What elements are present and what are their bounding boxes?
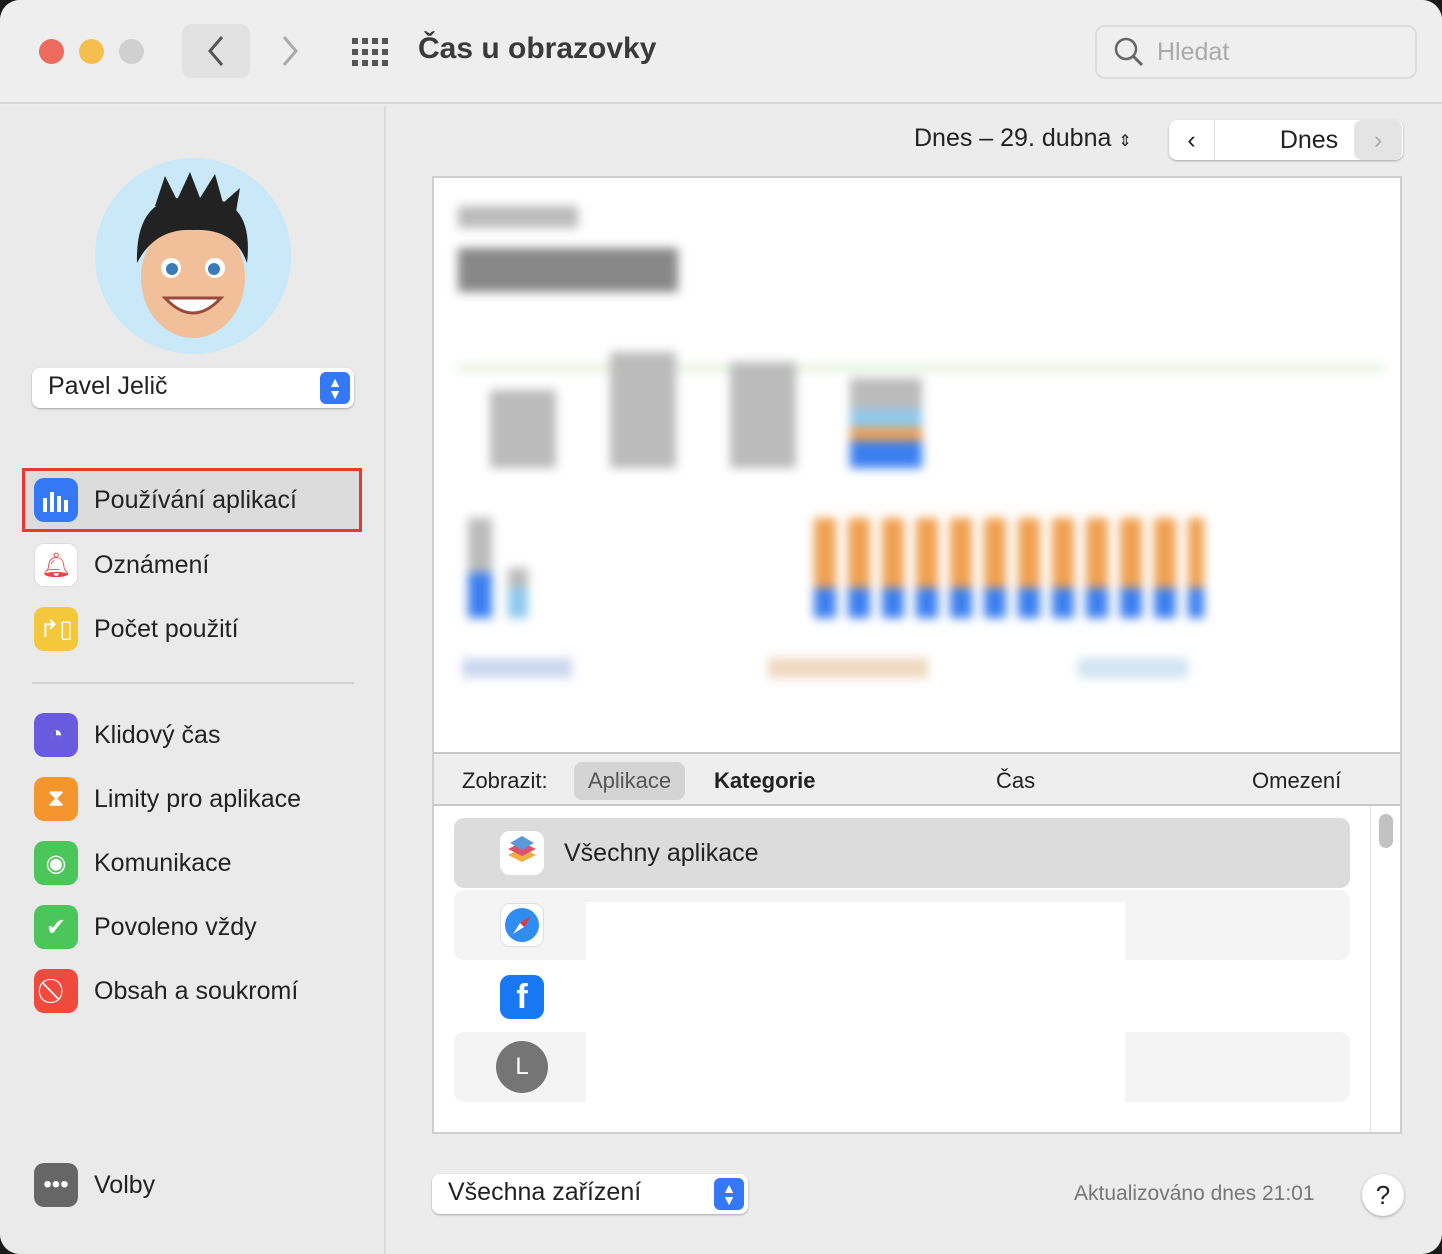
scrollbar[interactable]: [1370, 806, 1400, 1132]
sidebar-item-always-allowed[interactable]: ✔ Povoleno vždy: [22, 895, 362, 959]
sidebar-item-label: Obsah a soukromí: [94, 976, 299, 1005]
search-input[interactable]: Hledat: [1095, 25, 1417, 79]
grid-icon[interactable]: [352, 38, 390, 66]
usage-panel: Zobrazit: Aplikace Kategorie Čas Omezení…: [432, 176, 1402, 1134]
bell-icon: 🔔︎: [34, 543, 78, 587]
show-label: Zobrazit:: [462, 768, 548, 793]
sidebar-item-communication[interactable]: ◉ Komunikace: [22, 831, 362, 895]
redacted-area: [586, 902, 1125, 960]
chart-bar: [850, 378, 922, 468]
usage-chart-blurred: [434, 178, 1400, 752]
contact-icon: ◉: [34, 841, 78, 885]
all-apps-icon: [500, 831, 544, 875]
tab-apps[interactable]: Aplikace: [574, 762, 686, 800]
tab-categories[interactable]: Kategorie: [714, 768, 815, 794]
sidebar-item-app-usage[interactable]: Používání aplikací: [22, 468, 362, 532]
sidebar-item-label: Komunikace: [94, 848, 232, 877]
search-icon: [1114, 37, 1144, 67]
list-item[interactable]: f: [454, 962, 1350, 1032]
sidebar-item-label: Volby: [94, 1170, 156, 1199]
downtime-icon: ◔: [34, 713, 78, 757]
forward-button[interactable]: [256, 24, 324, 78]
redacted-area: [586, 1032, 1125, 1102]
date-popup[interactable]: Dnes – 29. dubna ⇕: [914, 124, 1132, 153]
chart-bar: [730, 362, 796, 468]
chart-bar: [610, 352, 676, 468]
safari-icon: [500, 903, 544, 947]
date-label: Dnes – 29. dubna: [914, 124, 1112, 152]
checkmark-badge-icon: ✔: [34, 905, 78, 949]
updown-chevron-icon: ▲ ▼: [320, 372, 350, 404]
sidebar-item-content-privacy[interactable]: ⃠ Obsah a soukromí: [22, 959, 362, 1023]
column-time[interactable]: Čas: [996, 768, 1035, 794]
chevron-right-icon: [282, 36, 298, 66]
sidebar-item-label: Počet použití: [94, 614, 239, 643]
bar-chart-icon: [34, 478, 78, 522]
avatar: [95, 158, 291, 354]
updown-chevron-icon: ▲ ▼: [714, 1178, 744, 1210]
prohibited-icon: ⃠: [34, 969, 78, 1013]
app-name: Všechny aplikace: [564, 838, 759, 867]
sidebar-item-label: Povoleno vždy: [94, 912, 257, 941]
list-item[interactable]: [454, 890, 1350, 960]
sidebar-item-pickups[interactable]: ↱▯ Počet použití: [22, 597, 362, 661]
close-button[interactable]: [39, 39, 64, 64]
sidebar-item-label: Klidový čas: [94, 720, 221, 749]
minimize-button[interactable]: [79, 39, 104, 64]
devices-label: Všechna zařízení: [448, 1178, 642, 1206]
hourglass-icon: ⧗: [34, 777, 78, 821]
sidebar-item-options[interactable]: ••• Volby: [22, 1153, 362, 1217]
view-toolbar: Zobrazit: Aplikace Kategorie Čas Omezení: [434, 752, 1400, 806]
titlebar: Čas u obrazovky Hledat: [0, 0, 1442, 104]
user-name: Pavel Jelič: [48, 372, 168, 400]
next-day-button[interactable]: ›: [1354, 120, 1402, 160]
devices-popup[interactable]: Všechna zařízení ▲ ▼: [432, 1174, 748, 1214]
user-popup[interactable]: Pavel Jelič ▲ ▼: [32, 368, 354, 408]
sidebar-item-app-limits[interactable]: ⧗ Limity pro aplikace: [22, 767, 362, 831]
window: Čas u obrazovky Hledat Pavel Jelič ▲ ▼ Po…: [0, 0, 1442, 1254]
pickup-icon: ↱▯: [34, 607, 78, 651]
chart-bar: [490, 390, 556, 468]
sidebar-item-downtime[interactable]: ◔ Klidový čas: [22, 703, 362, 767]
sidebar-item-label: Limity pro aplikace: [94, 784, 302, 813]
column-limits[interactable]: Omezení: [1252, 768, 1341, 794]
window-title: Čas u obrazovky: [418, 32, 657, 65]
help-button[interactable]: ?: [1362, 1174, 1404, 1216]
chevron-left-icon: [208, 36, 224, 66]
scrollbar-thumb[interactable]: [1379, 814, 1393, 848]
previous-day-button[interactable]: ‹: [1169, 120, 1215, 160]
sidebar-item-label: Používání aplikací: [94, 485, 297, 514]
updown-chevron-icon: ⇕: [1118, 133, 1132, 150]
zoom-button[interactable]: [119, 39, 144, 64]
sidebar-item-label: Oznámení: [94, 550, 210, 579]
list-item[interactable]: Všechny aplikace: [454, 818, 1350, 888]
sidebar: Pavel Jelič ▲ ▼ Používání aplikací 🔔︎ Ozn…: [0, 106, 386, 1254]
list-item[interactable]: L: [454, 1032, 1350, 1102]
divider: [32, 682, 354, 684]
facebook-icon: f: [500, 975, 544, 1019]
main-content: Dnes – 29. dubna ⇕ ‹ Dnes › Zobrazit: Ap…: [388, 106, 1442, 1254]
sidebar-item-notifications[interactable]: 🔔︎ Oznámení: [22, 533, 362, 597]
letter-avatar-icon: L: [496, 1041, 548, 1093]
back-button[interactable]: [182, 24, 250, 78]
search-placeholder: Hledat: [1157, 37, 1230, 66]
updated-status: Aktualizováno dnes 21:01: [1074, 1182, 1315, 1205]
ellipsis-icon: •••: [34, 1163, 78, 1207]
